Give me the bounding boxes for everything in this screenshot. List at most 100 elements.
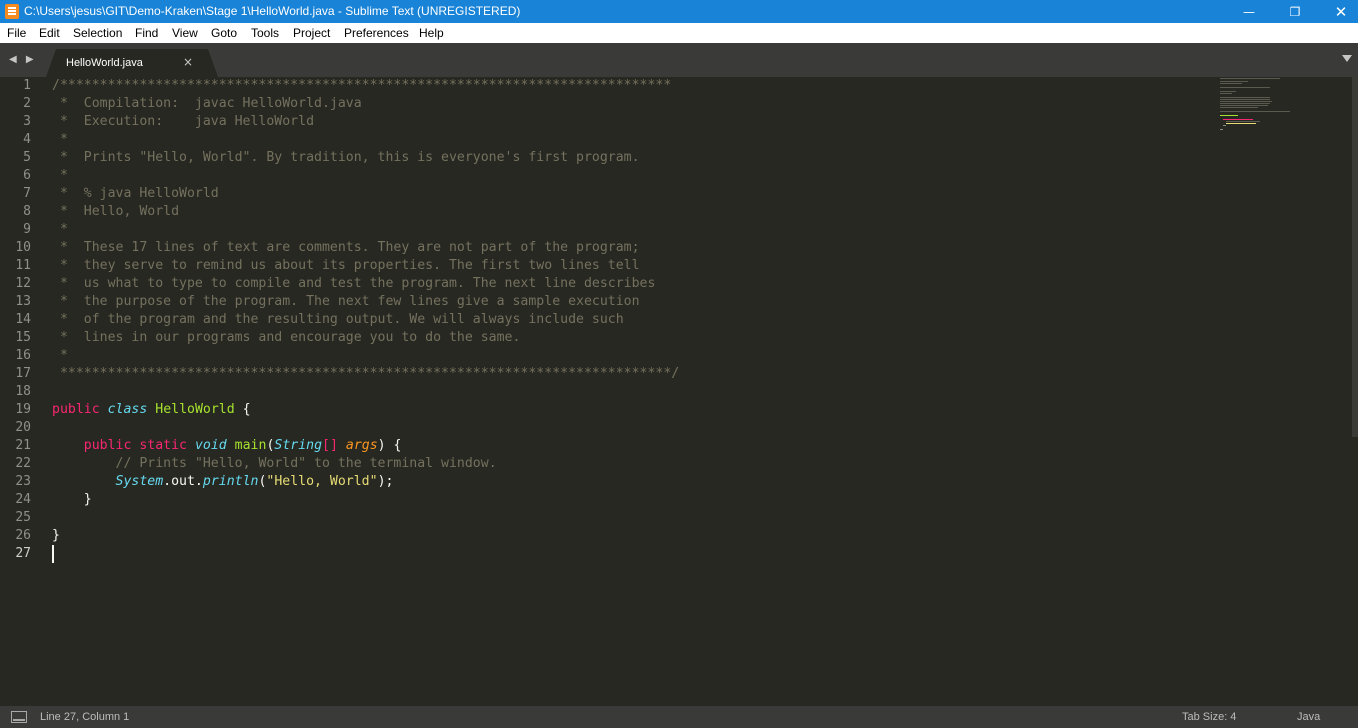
minimap-line	[1220, 99, 1270, 100]
minimap-line	[1220, 101, 1272, 102]
syntax-selector[interactable]: Java	[1297, 711, 1320, 723]
code-token: * they serve to remind us about its prop…	[52, 258, 640, 273]
panel-toggle-icon[interactable]	[11, 711, 27, 723]
minimap-line	[1220, 78, 1280, 79]
code-token: * Hello, World	[52, 204, 180, 219]
minimize-button[interactable]: —	[1226, 0, 1272, 23]
code-token: println	[202, 474, 259, 489]
tab-label: HelloWorld.java	[66, 57, 143, 69]
minimap-line	[1220, 87, 1270, 88]
code-token: * Prints "Hello, World". By tradition, t…	[52, 150, 640, 165]
menu-file[interactable]: File	[7, 26, 26, 40]
minimap-line	[1220, 91, 1236, 92]
code-line: System.out.println("Hello, World");	[52, 473, 394, 491]
tab-close-icon[interactable]: ×	[183, 55, 193, 69]
code-line: // Prints "Hello, World" to the terminal…	[52, 455, 497, 473]
minimap[interactable]	[1218, 77, 1343, 137]
window-title: C:\Users\jesus\GIT\Demo-Kraken\Stage 1\H…	[24, 4, 521, 18]
code-line: *	[52, 347, 68, 365]
line-number: 5	[23, 150, 31, 165]
code-line: * us what to type to compile and test th…	[52, 275, 655, 293]
code-token: public	[83, 438, 132, 453]
menu-selection[interactable]: Selection	[73, 26, 122, 40]
close-button[interactable]: ✕	[1318, 0, 1358, 23]
code-token: HelloWorld	[155, 402, 235, 417]
minimap-line	[1220, 83, 1242, 84]
minimap-line	[1223, 119, 1253, 120]
line-number: 10	[15, 240, 31, 255]
minimap-line	[1220, 81, 1248, 82]
minimap-line	[1220, 103, 1270, 104]
menu-project[interactable]: Project	[293, 26, 330, 40]
code-token: ****************************************…	[52, 366, 680, 381]
code-token: );	[377, 474, 394, 489]
code-token: String	[274, 438, 323, 453]
code-text[interactable]: /***************************************…	[52, 77, 1202, 706]
code-token: // Prints "Hello, World" to the terminal…	[115, 456, 497, 471]
menu-edit[interactable]: Edit	[39, 26, 60, 40]
tab-nav-arrows-icon[interactable]: ◀ ▶	[9, 54, 37, 65]
minimap-line	[1223, 125, 1226, 126]
code-token: * the purpose of the program. The next f…	[52, 294, 640, 309]
line-number: 1	[23, 78, 31, 93]
code-token: * These 17 lines of text are comments. T…	[52, 240, 640, 255]
sublime-text-icon	[5, 4, 19, 19]
line-number: 4	[23, 132, 31, 147]
code-token: *	[52, 222, 68, 237]
line-number: 21	[15, 438, 31, 453]
code-token: {	[234, 402, 251, 417]
code-line: }	[52, 527, 60, 545]
code-line: * These 17 lines of text are comments. T…	[52, 239, 640, 257]
code-line: public class HelloWorld {	[52, 401, 251, 419]
menu-view[interactable]: View	[172, 26, 198, 40]
code-line: * Compilation: javac HelloWorld.java	[52, 95, 362, 113]
minimap-line	[1220, 115, 1238, 116]
code-token: static	[139, 438, 187, 453]
code-line: }	[52, 491, 92, 509]
code-line: * % java HelloWorld	[52, 185, 219, 203]
code-line: public static void main(String[] args) {	[52, 437, 402, 455]
code-line: *	[52, 221, 68, 239]
menu-goto[interactable]: Goto	[211, 26, 237, 40]
editor-area[interactable]: 1 2 3 4 5 6 7 8 9 10 11 12 13 14 15 16 17 18 19 20 21 22 23 24 2…	[0, 77, 1358, 706]
code-token: main	[234, 438, 267, 453]
menu-help[interactable]: Help	[419, 26, 444, 40]
minimap-line	[1220, 105, 1268, 106]
menu-preferences[interactable]: Preferences	[344, 26, 409, 40]
tab-size-selector[interactable]: Tab Size: 4	[1182, 711, 1236, 723]
code-line: * Execution: java HelloWorld	[52, 113, 314, 131]
line-number: 3	[23, 114, 31, 129]
line-number: 11	[15, 258, 31, 273]
status-bar: Line 27, Column 1 Tab Size: 4 Java	[0, 706, 1358, 728]
line-number: 17	[15, 366, 31, 381]
menu-find[interactable]: Find	[135, 26, 158, 40]
line-number: 12	[15, 276, 31, 291]
code-token: *	[52, 168, 68, 183]
line-number: 19	[15, 402, 31, 417]
line-number: 23	[15, 474, 31, 489]
code-line: *	[52, 131, 68, 149]
minimap-line	[1220, 129, 1223, 130]
code-token: void	[194, 438, 227, 453]
code-line: /***************************************…	[52, 77, 671, 95]
cursor-position: Line 27, Column 1	[40, 711, 130, 723]
vertical-scrollbar[interactable]	[1352, 77, 1358, 437]
line-number: 6	[23, 168, 31, 183]
tab-helloworld-java[interactable]: HelloWorld.java ×	[46, 49, 218, 77]
code-line: * lines in our programs and encourage yo…	[52, 329, 521, 347]
code-token: * Execution: java HelloWorld	[52, 114, 315, 129]
minimap-line	[1226, 121, 1260, 122]
line-number: 26	[15, 528, 31, 543]
minimap-line	[1226, 123, 1256, 124]
code-token: "Hello, World"	[266, 474, 378, 489]
tab-dropdown-icon[interactable]	[1342, 55, 1352, 62]
code-token: .out.	[163, 474, 203, 489]
code-token: ) {	[377, 438, 402, 453]
maximize-button[interactable]: ❐	[1272, 0, 1318, 23]
code-token: System	[115, 474, 164, 489]
line-number: 25	[15, 510, 31, 525]
menu-tools[interactable]: Tools	[251, 26, 279, 40]
